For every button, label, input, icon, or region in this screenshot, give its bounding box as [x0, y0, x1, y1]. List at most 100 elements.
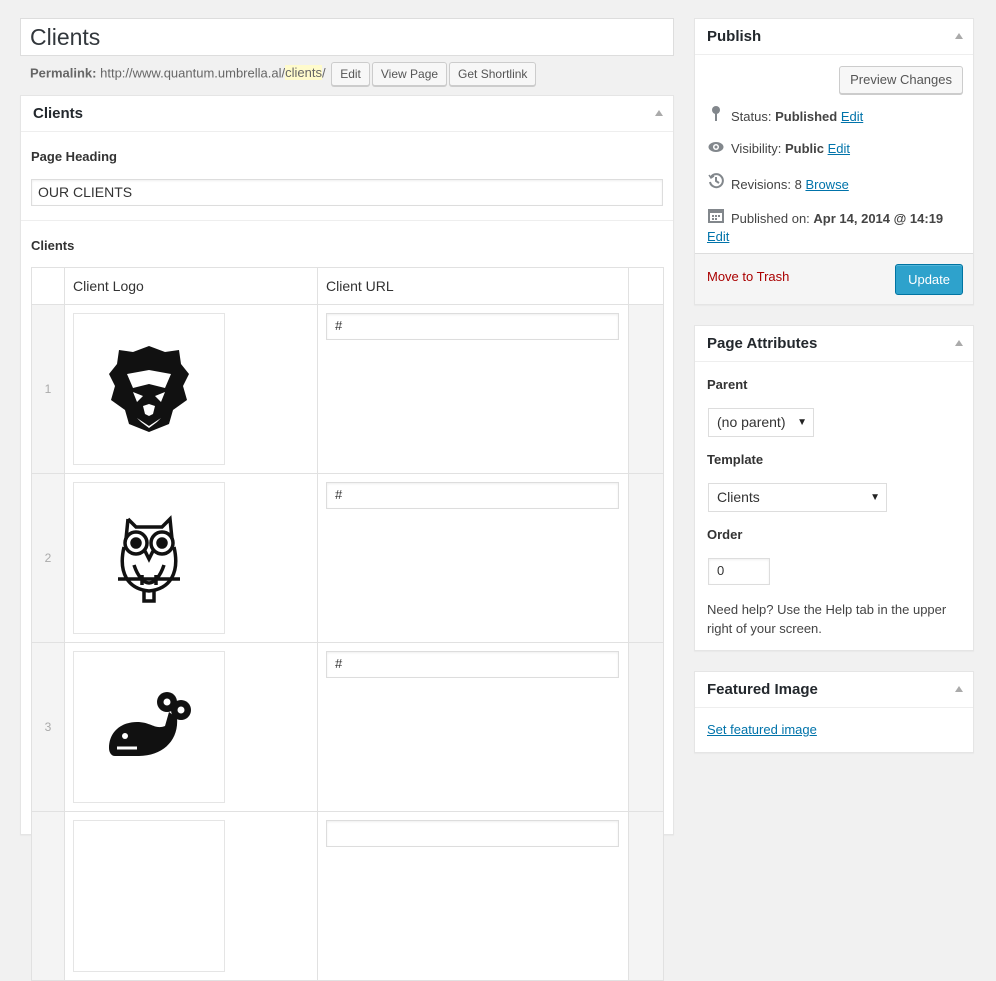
collapse-arrow-icon[interactable]: [955, 686, 963, 692]
publish-actions: Move to Trash Update: [695, 253, 973, 304]
revisions-row: Revisions: 8 Browse: [707, 173, 849, 193]
owl-logo-icon: [118, 515, 180, 603]
divider: [21, 220, 673, 221]
history-icon: [707, 173, 725, 195]
status-value: Published: [775, 109, 838, 124]
client-logo-image[interactable]: [73, 313, 225, 465]
clients-repeater-table: Client Logo Client URL 1 # 2 # 3 #: [31, 267, 664, 981]
template-select[interactable]: Clients ▼: [708, 483, 887, 512]
visibility-edit-link[interactable]: Edit: [828, 141, 850, 156]
page-attributes-title: Page Attributes: [707, 335, 818, 352]
move-to-trash-link[interactable]: Move to Trash: [707, 269, 789, 284]
get-shortlink-button[interactable]: Get Shortlink: [449, 62, 537, 86]
view-page-button[interactable]: View Page: [371, 62, 448, 86]
client-url-input[interactable]: #: [326, 482, 619, 509]
client-url-input[interactable]: #: [326, 651, 619, 678]
client-logo-image[interactable]: [73, 482, 225, 634]
update-button[interactable]: Update: [895, 264, 963, 295]
page-heading-label: Page Heading: [31, 149, 117, 164]
client-url-value: #: [335, 656, 343, 671]
published-on-edit-link[interactable]: Edit: [707, 227, 729, 247]
client-url-cell: #: [317, 642, 629, 812]
table-row: [31, 811, 664, 981]
visibility-row: Visibility: Public Edit: [707, 139, 850, 159]
page-title-input[interactable]: Clients: [20, 18, 674, 56]
permalink-edit-button[interactable]: Edit: [331, 62, 370, 86]
page-attributes-metabox: Page Attributes Parent (no parent) ▼ Tem…: [694, 325, 974, 651]
template-label: Template: [707, 452, 764, 467]
client-url-value: #: [335, 318, 343, 333]
client-url-cell: #: [317, 304, 629, 474]
row-order-handle[interactable]: [31, 811, 65, 981]
dropdown-arrow-icon: ▼: [797, 417, 807, 428]
actions-column-header: [628, 267, 664, 305]
client-url-cell: [317, 811, 629, 981]
client-logo-image[interactable]: [73, 820, 225, 972]
client-logo-cell: [64, 473, 318, 643]
publish-metabox-title: Publish: [707, 28, 762, 45]
published-on-value: Apr 14, 2014 @ 14:19: [813, 211, 944, 226]
client-logo-image[interactable]: [73, 651, 225, 803]
published-on-label: Published on:: [731, 211, 810, 226]
page-heading-value: OUR CLIENTS: [38, 184, 133, 200]
dropdown-arrow-icon: ▼: [870, 492, 880, 503]
published-on-row: Published on: Apr 14, 2014 @ 14:19: [707, 207, 943, 227]
permalink-label: Permalink:: [30, 65, 97, 81]
whale-logo-icon: [109, 692, 191, 756]
table-row: 2 #: [31, 473, 664, 643]
clients-field-label: Clients: [31, 238, 75, 253]
parent-select-value: (no parent): [717, 414, 786, 430]
row-actions-cell[interactable]: [628, 473, 664, 643]
featured-image-header[interactable]: Featured Image: [695, 672, 973, 708]
clients-metabox-header[interactable]: Clients: [21, 96, 673, 132]
featured-image-metabox: Featured Image Set featured image: [694, 671, 974, 753]
featured-image-title: Featured Image: [707, 681, 818, 698]
client-logo-cell: [64, 811, 318, 981]
page-heading-input[interactable]: OUR CLIENTS: [31, 179, 663, 206]
set-featured-image-link[interactable]: Set featured image: [707, 722, 817, 737]
page-attributes-header[interactable]: Page Attributes: [695, 326, 973, 362]
publish-metabox-header[interactable]: Publish: [695, 19, 973, 55]
revisions-value: 8: [794, 177, 802, 192]
row-order-handle[interactable]: 2: [31, 473, 65, 643]
preview-changes-button[interactable]: Preview Changes: [839, 66, 963, 94]
browse-revisions-link[interactable]: Browse: [805, 177, 848, 192]
lion-logo-icon: [109, 346, 189, 432]
help-text: Need help? Use the Help tab in the upper…: [707, 602, 947, 636]
calendar-icon: [707, 207, 725, 229]
publish-metabox: Publish Preview Changes Status: Publishe…: [694, 18, 974, 305]
row-actions-cell[interactable]: [628, 304, 664, 474]
row-order-handle[interactable]: 1: [31, 304, 65, 474]
order-label: Order: [707, 527, 743, 542]
row-order-handle[interactable]: 3: [31, 642, 65, 812]
clients-metabox-title: Clients: [33, 105, 84, 122]
collapse-arrow-icon[interactable]: [955, 33, 963, 39]
revisions-label: Revisions:: [731, 177, 791, 192]
parent-label: Parent: [707, 377, 748, 392]
visibility-label: Visibility:: [731, 141, 782, 156]
permalink-trail: /: [321, 65, 326, 81]
client-logo-column-header: Client Logo: [64, 267, 318, 305]
row-actions-cell[interactable]: [628, 642, 664, 812]
permalink-bar: Permalink: http://www.quantum.umbrella.a…: [30, 62, 537, 86]
clients-metabox: Clients Page Heading OUR CLIENTS Clients…: [20, 95, 674, 981]
order-input[interactable]: 0: [708, 558, 770, 585]
client-logo-cell: [64, 304, 318, 474]
status-row: Status: Published Edit: [707, 105, 863, 125]
order-column-header: [31, 267, 65, 305]
permalink-base: http://www.quantum.umbrella.al/: [100, 65, 286, 81]
visibility-value: Public: [784, 141, 824, 156]
permalink-slug[interactable]: clients: [285, 65, 322, 81]
status-label: Status:: [731, 109, 772, 124]
parent-select[interactable]: (no parent) ▼: [708, 408, 814, 437]
status-edit-link[interactable]: Edit: [841, 109, 863, 124]
client-url-input[interactable]: [326, 820, 619, 847]
client-url-input[interactable]: #: [326, 313, 619, 340]
table-row: 1 #: [31, 304, 664, 474]
row-actions-cell[interactable]: [628, 811, 664, 981]
pin-icon: [707, 105, 725, 127]
eye-icon: [707, 139, 725, 159]
collapse-arrow-icon[interactable]: [655, 110, 663, 116]
collapse-arrow-icon[interactable]: [955, 340, 963, 346]
client-logo-cell: [64, 642, 318, 812]
